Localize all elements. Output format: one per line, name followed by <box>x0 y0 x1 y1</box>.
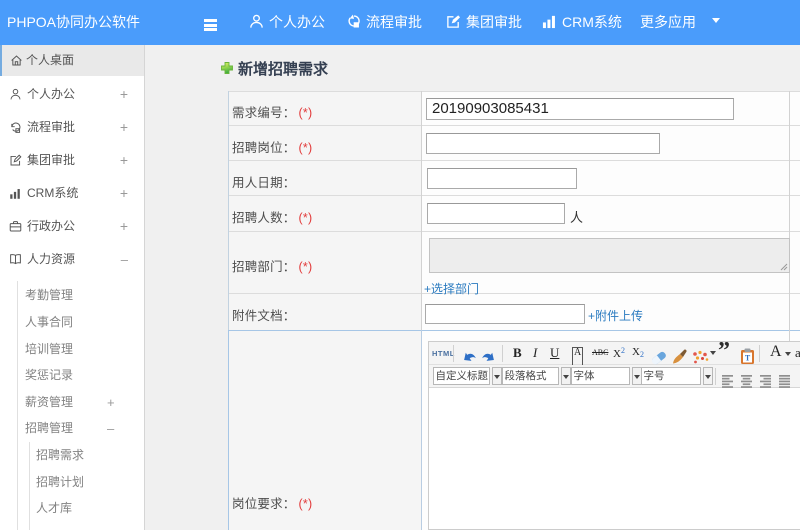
svg-text:T: T <box>745 354 751 363</box>
